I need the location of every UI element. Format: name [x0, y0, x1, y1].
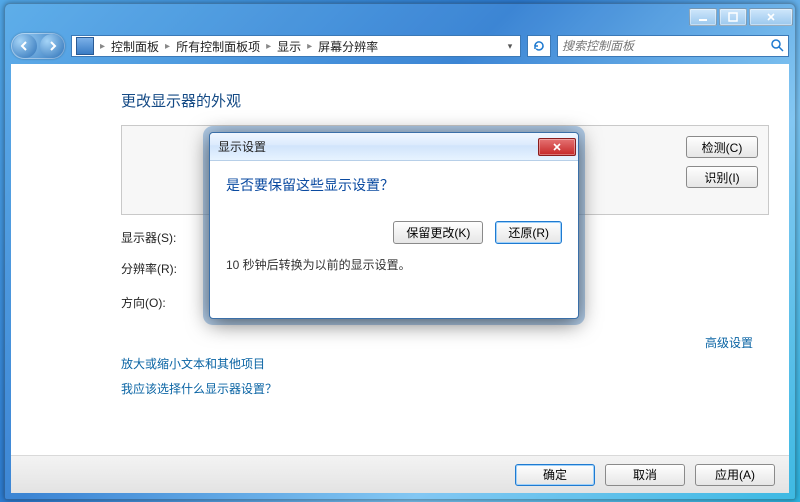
address-bar[interactable]: ▸ 控制面板 ▸ 所有控制面板项 ▸ 显示 ▸ 屏幕分辨率 ▾: [71, 35, 521, 57]
chevron-right-icon: ▸: [264, 41, 273, 52]
dialog-message: 是否要保留这些显示设置？: [226, 175, 562, 195]
dialog-title-text: 显示设置: [218, 138, 266, 155]
control-panel-icon: [76, 37, 94, 55]
minimize-button[interactable]: [689, 8, 717, 26]
forward-button[interactable]: [40, 34, 64, 58]
label-display: 显示器(S):: [121, 229, 209, 246]
link-help[interactable]: 我应该选择什么显示器设置？: [121, 380, 277, 397]
revert-button[interactable]: 还原(R): [495, 221, 562, 244]
detect-button[interactable]: 检测(C): [686, 136, 758, 158]
close-button[interactable]: [749, 8, 793, 26]
nav-back-forward: [11, 33, 65, 59]
crumb-1[interactable]: 所有控制面板项: [172, 38, 264, 55]
advanced-settings-link[interactable]: 高级设置: [705, 334, 753, 351]
chevron-right-icon: ▸: [98, 41, 107, 52]
refresh-button[interactable]: [527, 35, 551, 57]
dialog-titlebar[interactable]: 显示设置: [210, 133, 578, 161]
label-orientation: 方向(O):: [121, 294, 209, 311]
cancel-button[interactable]: 取消: [605, 464, 685, 486]
page-heading: 更改显示器的外观: [121, 90, 769, 111]
address-dropdown-icon[interactable]: ▾: [502, 38, 518, 54]
label-resolution: 分辨率(R):: [121, 260, 209, 277]
bottom-links: 放大或缩小文本和其他项目 我应该选择什么显示器设置？: [121, 355, 277, 397]
crumb-3[interactable]: 屏幕分辨率: [314, 38, 382, 55]
footer-bar: 确定 取消 应用(A): [11, 455, 789, 493]
search-icon[interactable]: [770, 38, 784, 55]
identify-button[interactable]: 识别(I): [686, 166, 758, 188]
crumb-2[interactable]: 显示: [273, 38, 305, 55]
keep-changes-button[interactable]: 保留更改(K): [393, 221, 483, 244]
chevron-right-icon: ▸: [163, 41, 172, 52]
apply-button[interactable]: 应用(A): [695, 464, 775, 486]
search-input[interactable]: [558, 39, 788, 53]
search-box[interactable]: [557, 35, 789, 57]
chevron-right-icon: ▸: [305, 41, 314, 52]
link-text-size[interactable]: 放大或缩小文本和其他项目: [121, 355, 277, 372]
crumb-0[interactable]: 控制面板: [107, 38, 163, 55]
dialog-body: 是否要保留这些显示设置？ 保留更改(K) 还原(R) 10 秒钟后转换为以前的显…: [210, 161, 578, 318]
back-button[interactable]: [13, 34, 37, 58]
dialog-countdown-text: 10 秒钟后转换为以前的显示设置。: [226, 256, 562, 273]
monitor-side-buttons: 检测(C) 识别(I): [686, 136, 758, 188]
dialog-button-row: 保留更改(K) 还原(R): [226, 221, 562, 244]
display-settings-dialog: 显示设置 是否要保留这些显示设置？ 保留更改(K) 还原(R) 10 秒钟后转换…: [209, 132, 579, 319]
breadcrumb: ▸ 控制面板 ▸ 所有控制面板项 ▸ 显示 ▸ 屏幕分辨率: [98, 38, 382, 55]
titlebar: [5, 4, 795, 30]
maximize-button[interactable]: [719, 8, 747, 26]
dialog-close-button[interactable]: [538, 138, 576, 156]
navigation-row: ▸ 控制面板 ▸ 所有控制面板项 ▸ 显示 ▸ 屏幕分辨率 ▾: [11, 30, 789, 62]
ok-button[interactable]: 确定: [515, 464, 595, 486]
